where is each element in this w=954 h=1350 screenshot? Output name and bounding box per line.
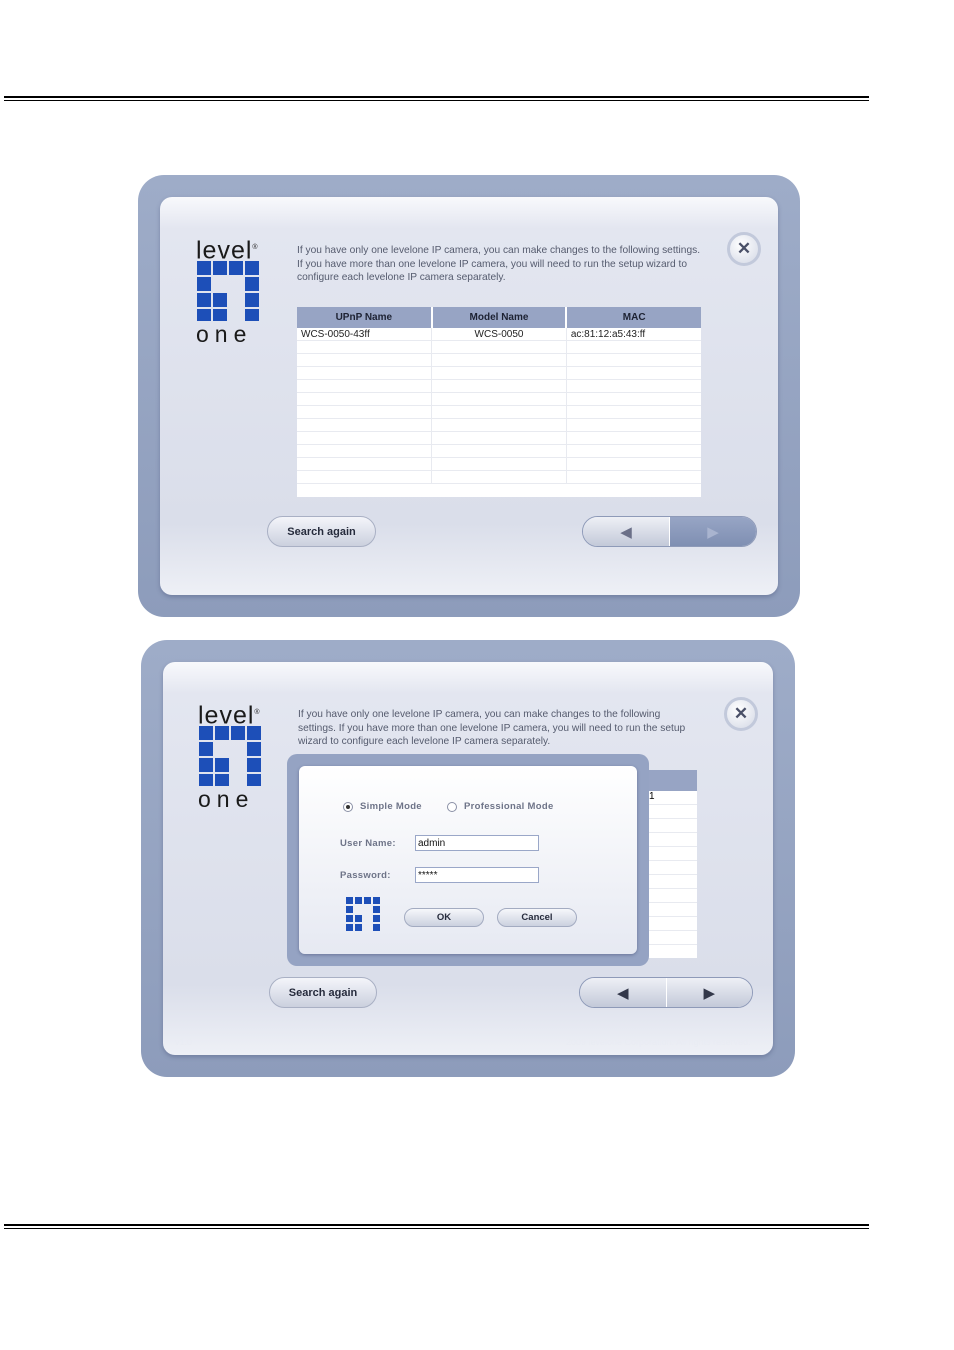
column-header-model-name[interactable]: Model Name xyxy=(431,307,568,328)
next-button[interactable]: ▶ xyxy=(666,978,752,1007)
close-icon: ✕ xyxy=(733,704,749,723)
ok-button[interactable]: OK xyxy=(404,908,484,927)
arrow-left-icon: ◀ xyxy=(620,523,632,541)
levelone-logo: level® one xyxy=(198,700,274,812)
table-row[interactable] xyxy=(297,366,701,380)
next-button[interactable]: ▶ xyxy=(670,517,756,546)
username-label: User Name: xyxy=(340,838,396,849)
cell-partial: 1 xyxy=(647,791,697,805)
table-row[interactable] xyxy=(297,457,701,471)
window-panel: level® one If you have only one levelone… xyxy=(160,197,778,595)
professional-mode-radio[interactable] xyxy=(447,802,457,812)
table-row[interactable] xyxy=(297,431,701,445)
back-button[interactable]: ◀ xyxy=(583,517,670,546)
close-button[interactable]: ✕ xyxy=(727,232,761,266)
logo-one: one xyxy=(198,786,255,812)
username-input[interactable] xyxy=(415,835,539,851)
table-row[interactable] xyxy=(297,405,701,419)
camera-table: 1 xyxy=(647,770,697,958)
table-row[interactable] xyxy=(297,470,701,484)
logo-grid-icon xyxy=(346,897,380,931)
table-row[interactable] xyxy=(297,353,701,367)
professional-mode-label[interactable]: Professional Mode xyxy=(464,801,554,812)
table-row[interactable]: WCS-0050-43ff WCS-0050 ac:81:12:a5:43:ff xyxy=(297,328,701,341)
camera-list-window: level® one If you have only one levelone… xyxy=(138,175,800,617)
password-label: Password: xyxy=(340,870,391,881)
cell-mac: ac:81:12:a5:43:ff xyxy=(566,328,701,341)
search-again-button[interactable]: Search again xyxy=(267,516,376,547)
version-text: v1.0 xyxy=(175,1037,193,1047)
password-input[interactable] xyxy=(415,867,539,883)
table-row[interactable] xyxy=(297,444,701,458)
login-dialog-frame: Simple Mode Professional Mode User Name:… xyxy=(287,754,649,966)
top-rule xyxy=(4,96,869,101)
levelone-logo: level® one xyxy=(196,235,272,347)
close-button[interactable]: ✕ xyxy=(724,697,758,731)
camera-table: UPnP Name Model Name MAC WCS-0050-43ff W… xyxy=(297,307,701,497)
logo-word: level® xyxy=(198,701,261,730)
intro-text: If you have only one levelone IP camera,… xyxy=(297,245,701,284)
logo-one: one xyxy=(196,321,253,347)
bottom-rule xyxy=(4,1224,869,1229)
close-icon: ✕ xyxy=(736,239,752,258)
login-dialog: Simple Mode Professional Mode User Name:… xyxy=(299,766,637,954)
table-row[interactable] xyxy=(297,379,701,393)
nav-buttons: ◀ ▶ xyxy=(582,516,757,547)
table-row[interactable] xyxy=(297,340,701,354)
cell-model-name: WCS-0050 xyxy=(431,328,567,341)
intro-text: If you have only one levelone IP camera,… xyxy=(298,709,686,748)
column-header-mac[interactable]: MAC xyxy=(566,307,701,328)
table-row[interactable] xyxy=(297,418,701,432)
logo-word: level® xyxy=(196,236,259,265)
logo-grid-icon xyxy=(199,726,261,786)
arrow-left-icon: ◀ xyxy=(616,984,629,1002)
simple-mode-label[interactable]: Simple Mode xyxy=(360,801,422,812)
table-row[interactable] xyxy=(297,392,701,406)
arrow-right-icon: ▶ xyxy=(703,984,716,1002)
copyright-text: 2009 levelone Corporation. All rights re… xyxy=(566,1037,751,1047)
cell-upnp-name: WCS-0050-43ff xyxy=(297,328,433,341)
cancel-button[interactable]: Cancel xyxy=(497,908,577,927)
column-header-upnp-name[interactable]: UPnP Name xyxy=(297,307,433,328)
simple-mode-radio[interactable] xyxy=(343,802,353,812)
logo-grid-icon xyxy=(197,261,259,321)
back-button[interactable]: ◀ xyxy=(580,978,667,1007)
nav-buttons: ◀ ▶ xyxy=(579,977,753,1008)
arrow-right-icon: ▶ xyxy=(707,523,719,541)
search-again-button[interactable]: Search again xyxy=(269,977,377,1008)
